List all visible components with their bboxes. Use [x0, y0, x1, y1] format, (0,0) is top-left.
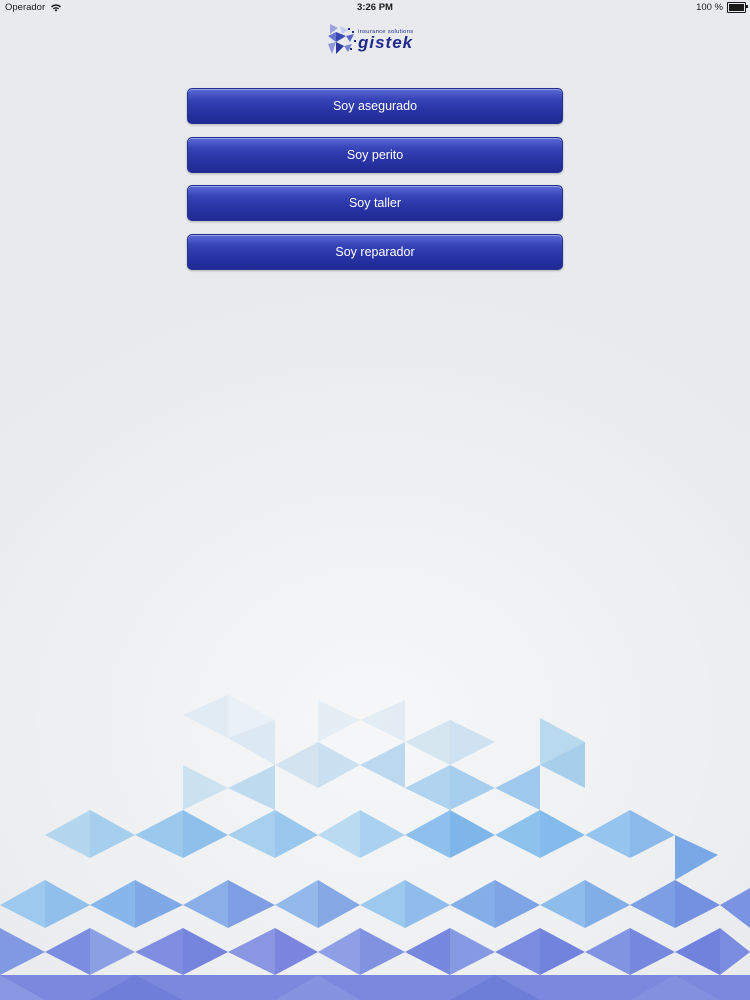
- logo-mark-icon: [328, 24, 356, 54]
- status-bar: Operador 3:26 PM 100 %: [0, 0, 750, 16]
- workshop-button[interactable]: Soy taller: [187, 185, 563, 221]
- logo-wordmark: gistek: [358, 33, 414, 52]
- battery-icon: [727, 2, 748, 13]
- repairer-button[interactable]: Soy reparador: [187, 233, 563, 270]
- background-polygon-art: [0, 695, 750, 1000]
- status-time: 3:26 PM: [357, 2, 393, 13]
- insured-button[interactable]: Soy asegurado: [187, 88, 563, 124]
- expert-button[interactable]: Soy perito: [187, 136, 563, 173]
- battery-percentage: 100 %: [696, 2, 723, 13]
- status-right: 100 %: [696, 2, 748, 13]
- gistek-logo: insurance solutions gistek: [326, 22, 426, 58]
- role-menu: Soy asegurado Soy perito Soy taller Soy …: [187, 88, 563, 282]
- battery-level: [729, 4, 744, 11]
